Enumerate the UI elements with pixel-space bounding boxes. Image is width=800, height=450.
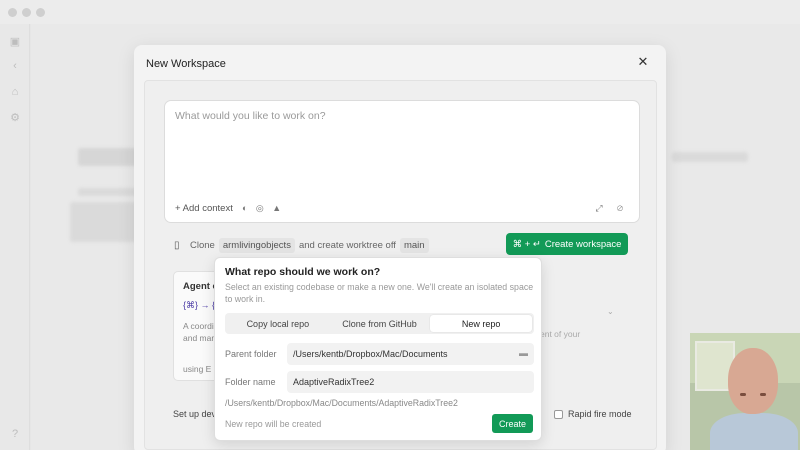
tab-new-repo[interactable]: New repo [430, 315, 533, 332]
rapid-fire-toggle[interactable]: Rapid fire mode [554, 409, 632, 419]
branch-selector[interactable]: main [399, 237, 429, 253]
background-panel [70, 202, 144, 242]
webcam-person-body [710, 413, 798, 450]
agent-card-icons: {⌘} → { [183, 300, 216, 310]
clone-label: Clone [190, 239, 215, 251]
close-window-button[interactable] [8, 8, 17, 17]
agent-card-desc-line: A coordi [183, 321, 214, 331]
repo-selector[interactable]: armlivingobjects [218, 237, 295, 253]
prompt-tool-icons[interactable]: ⤢ ⌀ [595, 203, 629, 214]
sidebar-rail: ▣ ‹ ⌂ ⚙ ? [0, 24, 30, 450]
create-repo-button[interactable]: Create [492, 414, 533, 433]
shortcut-hint: ⌘ + ↵ [512, 238, 541, 250]
agent-card-desc-line: and man [183, 333, 217, 343]
repo-source-tabs: Copy local repo Clone from GitHub New re… [225, 313, 534, 334]
chevron-down-icon[interactable]: ⌄ [607, 307, 614, 316]
popover-title: What repo should we work on? [225, 266, 381, 278]
popover-description: Select an existing codebase or make a ne… [225, 282, 534, 304]
repo-status-text: New repo will be created [225, 419, 322, 429]
rapid-fire-label: Rapid fire mode [568, 409, 632, 419]
tab-copy-local-repo[interactable]: Copy local repo [227, 315, 329, 332]
add-context-button[interactable]: + Add context [175, 203, 233, 214]
webcam-eye [740, 393, 746, 396]
tab-clone-from-github[interactable]: Clone from GitHub [329, 315, 431, 332]
create-workspace-label: Create workspace [544, 238, 622, 250]
worktree-text: and create worktree off [298, 239, 396, 251]
webcam-overlay [690, 333, 800, 450]
repo-icon: ▯ [174, 239, 180, 251]
parent-folder-field[interactable]: /Users/kentb/Dropbox/Mac/Documents ▬ [287, 343, 534, 365]
modal-title: New Workspace [146, 58, 226, 70]
parent-folder-label: Parent folder [225, 349, 277, 359]
partial-description: ent of your [540, 329, 581, 339]
folder-icon[interactable]: ▬ [519, 348, 528, 358]
home-icon[interactable]: ⌂ [9, 86, 21, 98]
prompt-placeholder: What would you like to work on? [175, 110, 326, 122]
full-path-preview: /Users/kentb/Dropbox/Mac/Documents/Adapt… [225, 398, 458, 408]
clone-row: ▯ Clone armlivingobjects and create work… [174, 236, 433, 254]
folder-name-value: AdaptiveRadixTree2 [293, 377, 375, 387]
prompt-input[interactable]: What would you like to work on? + Add co… [164, 100, 640, 223]
parent-folder-value: /Users/kentb/Dropbox/Mac/Documents [293, 349, 448, 359]
context-source-icons[interactable]: ◐ ◎ ▲ [242, 203, 284, 214]
zoom-window-button[interactable] [36, 8, 45, 17]
rapid-fire-checkbox[interactable] [554, 409, 563, 419]
folder-name-field[interactable]: AdaptiveRadixTree2 [287, 371, 534, 393]
settings-icon[interactable]: ⚙ [9, 112, 21, 124]
webcam-person-head [728, 348, 778, 414]
agent-card-desc: A coordi and man [183, 320, 216, 344]
window-titlebar [0, 0, 800, 24]
background-line [672, 152, 748, 162]
setup-label: Set up dev [173, 409, 217, 419]
repo-popover: What repo should we work on? Select an e… [214, 257, 542, 441]
minimize-window-button[interactable] [22, 8, 31, 17]
folder-name-label: Folder name [225, 377, 276, 387]
sidebar-toggle-icon[interactable]: ▣ [9, 36, 21, 48]
back-icon[interactable]: ‹ [9, 60, 21, 72]
create-workspace-button[interactable]: ⌘ + ↵ Create workspace [506, 233, 628, 255]
help-icon[interactable]: ? [9, 428, 21, 440]
webcam-eye [760, 393, 766, 396]
agent-card-using: using E [183, 364, 212, 374]
close-icon[interactable]: ✕ [636, 55, 650, 69]
